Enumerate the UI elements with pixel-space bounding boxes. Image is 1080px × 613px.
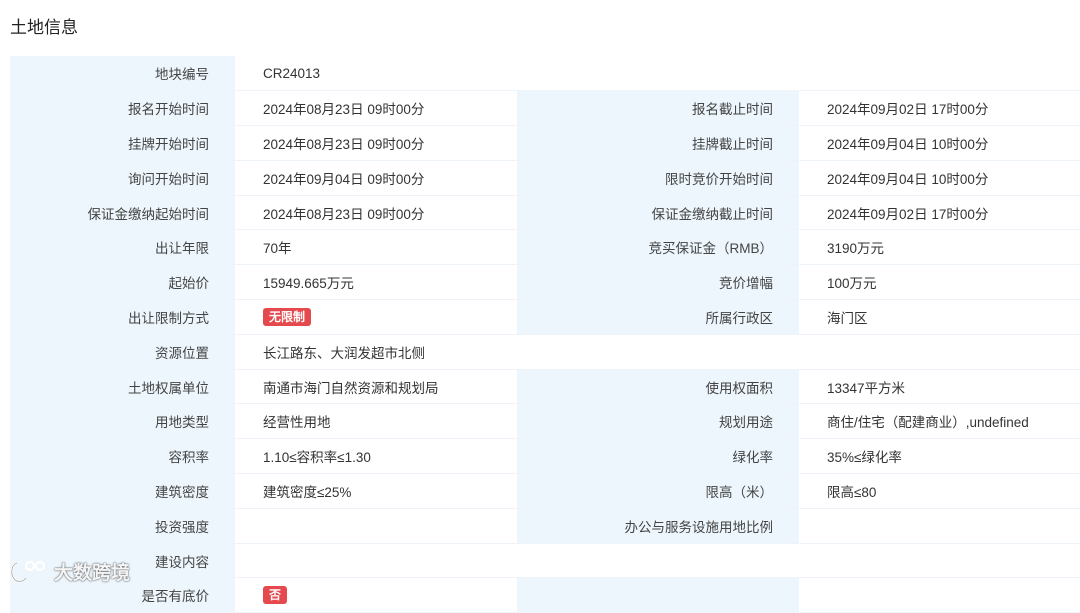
field-label: 资源位置 xyxy=(10,334,235,370)
field-value xyxy=(235,543,1080,579)
table-row: 询问开始时间 2024年09月04日 09时00分 限时竞价开始时间 2024年… xyxy=(10,160,1080,196)
field-value: 建筑密度≤25% xyxy=(235,473,517,509)
field-value: 南通市海门自然资源和规划局 xyxy=(235,369,517,405)
field-value: CR24013 xyxy=(235,56,1080,92)
field-label: 土地权属单位 xyxy=(10,369,235,405)
field-label: 用地类型 xyxy=(10,403,235,440)
table-row: 出让年限 70年 竞买保证金（RMB） 3190万元 xyxy=(10,229,1080,266)
field-value: 限高≤80 xyxy=(799,473,1080,509)
table-row: 土地权属单位 南通市海门自然资源和规划局 使用权面积 13347平方米 xyxy=(10,369,1080,405)
table-row: 用地类型 经营性用地 规划用途 商住/住宅（配建商业）,undefined xyxy=(10,403,1080,440)
field-value: 3190万元 xyxy=(799,229,1080,266)
table-row: 地块编号 CR24013 xyxy=(10,56,1080,92)
field-label: 出让年限 xyxy=(10,229,235,266)
field-value: 2024年09月02日 17时00分 xyxy=(799,195,1080,231)
field-label: 报名开始时间 xyxy=(10,90,235,127)
field-label: 容积率 xyxy=(10,438,235,475)
field-value: 2024年09月04日 10时00分 xyxy=(799,125,1080,161)
field-label: 询问开始时间 xyxy=(10,160,235,196)
land-info-table: 地块编号 CR24013 报名开始时间 2024年08月23日 09时00分 报… xyxy=(10,56,1080,613)
table-row: 建筑密度 建筑密度≤25% 限高（米） 限高≤80 xyxy=(10,473,1080,509)
field-label: 保证金缴纳起始时间 xyxy=(10,195,235,231)
field-value xyxy=(799,508,1080,544)
field-value: 海门区 xyxy=(799,299,1080,335)
field-value: 长江路东、大润发超市北侧 xyxy=(235,334,1080,370)
field-value: 1.10≤容积率≤1.30 xyxy=(235,438,517,475)
field-label: 所属行政区 xyxy=(517,299,799,335)
reserve-price-badge: 否 xyxy=(263,586,288,605)
table-row: 是否有底价 否 xyxy=(10,577,1080,613)
field-label: 出让限制方式 xyxy=(10,299,235,335)
field-label: 绿化率 xyxy=(517,438,799,475)
field-label: 竞价增幅 xyxy=(517,264,799,301)
field-label: 竞买保证金（RMB） xyxy=(517,229,799,266)
field-label: 规划用途 xyxy=(517,403,799,440)
field-label: 投资强度 xyxy=(10,508,235,544)
field-value: 13347平方米 xyxy=(799,369,1080,405)
field-value: 2024年08月23日 09时00分 xyxy=(235,195,517,231)
field-value: 2024年09月04日 09时00分 xyxy=(235,160,517,196)
field-label: 报名截止时间 xyxy=(517,90,799,127)
field-value: 经营性用地 xyxy=(235,403,517,440)
field-label: 建筑密度 xyxy=(10,473,235,509)
field-label: 起始价 xyxy=(10,264,235,301)
field-value: 100万元 xyxy=(799,264,1080,301)
table-row: 挂牌开始时间 2024年08月23日 09时00分 挂牌截止时间 2024年09… xyxy=(10,125,1080,161)
field-value: 2024年09月04日 10时00分 xyxy=(799,160,1080,196)
field-label: 挂牌开始时间 xyxy=(10,125,235,161)
table-row: 报名开始时间 2024年08月23日 09时00分 报名截止时间 2024年09… xyxy=(10,90,1080,127)
restriction-badge: 无限制 xyxy=(263,307,312,326)
field-value: 商住/住宅（配建商业）,undefined xyxy=(799,403,1080,440)
field-value: 否 xyxy=(235,577,517,613)
field-label: 限时竞价开始时间 xyxy=(517,160,799,196)
field-label: 是否有底价 xyxy=(10,577,235,613)
field-value: 2024年08月23日 09时00分 xyxy=(235,125,517,161)
field-value: 无限制 xyxy=(235,299,517,335)
table-row: 起始价 15949.665万元 竞价增幅 100万元 xyxy=(10,264,1080,301)
table-row: 保证金缴纳起始时间 2024年08月23日 09时00分 保证金缴纳截止时间 2… xyxy=(10,195,1080,231)
field-label: 地块编号 xyxy=(10,56,235,92)
table-row: 投资强度 办公与服务设施用地比例 xyxy=(10,508,1080,544)
field-value xyxy=(235,508,517,544)
section-title: 土地信息 xyxy=(10,18,78,37)
field-label: 限高（米） xyxy=(517,473,799,509)
field-label: 保证金缴纳截止时间 xyxy=(517,195,799,231)
table-row: 资源位置 长江路东、大润发超市北侧 xyxy=(10,334,1080,370)
field-value: 70年 xyxy=(235,229,517,266)
field-label: 使用权面积 xyxy=(517,369,799,405)
field-label: 挂牌截止时间 xyxy=(517,125,799,161)
field-label: 办公与服务设施用地比例 xyxy=(517,508,799,544)
field-label xyxy=(517,577,799,613)
table-row: 出让限制方式 无限制 所属行政区 海门区 xyxy=(10,299,1080,335)
field-value xyxy=(799,577,1080,613)
field-value: 2024年09月02日 17时00分 xyxy=(799,90,1080,127)
field-value: 35%≤绿化率 xyxy=(799,438,1080,475)
table-row: 容积率 1.10≤容积率≤1.30 绿化率 35%≤绿化率 xyxy=(10,438,1080,475)
field-value: 2024年08月23日 09时00分 xyxy=(235,90,517,127)
table-row: 建设内容 xyxy=(10,543,1080,579)
field-label: 建设内容 xyxy=(10,543,235,579)
field-value: 15949.665万元 xyxy=(235,264,517,301)
